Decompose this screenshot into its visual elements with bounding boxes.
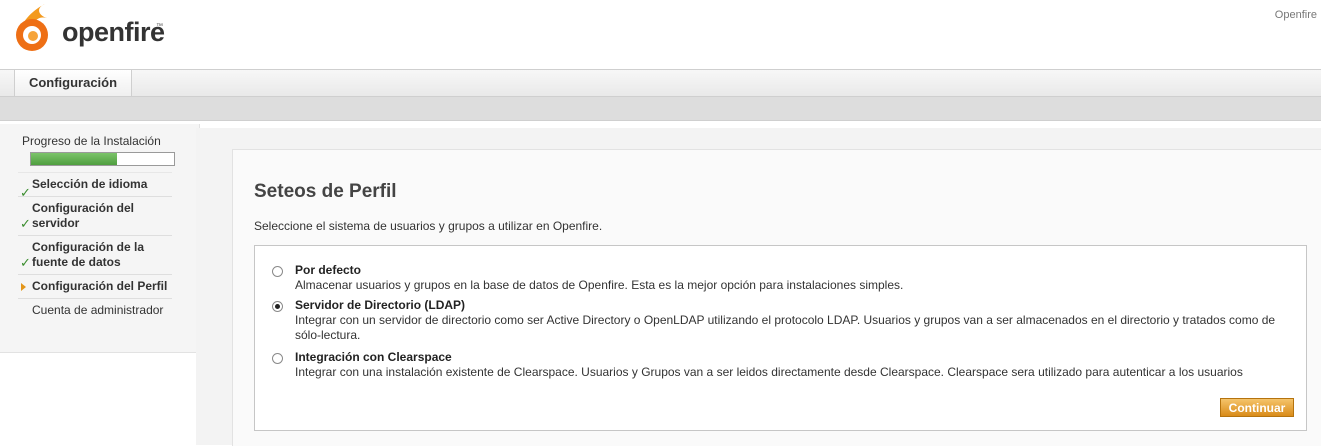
openfire-flame-icon[interactable] — [9, 2, 57, 54]
option-clearspace[interactable]: Integración con Clearspace Integrar con … — [272, 350, 1282, 380]
continue-button[interactable]: Continuar — [1220, 398, 1294, 417]
arrow-right-icon — [21, 282, 26, 291]
option-title: Por defecto — [295, 263, 362, 277]
option-detail: Integrar con un servidor de directorio c… — [295, 313, 1276, 342]
step-server-settings[interactable]: ✓ Configuración del servidor — [18, 196, 172, 235]
radio-default[interactable] — [272, 266, 283, 277]
step-admin-account: Cuenta de administrador — [18, 298, 172, 322]
page-description: Seleccione el sistema de usuarios y grup… — [254, 219, 603, 233]
product-name-label: Openfire — [1274, 9, 1317, 21]
main-tab-bar: Configuración — [0, 69, 1321, 97]
step-language[interactable]: ✓ Selección de idioma — [18, 172, 172, 200]
radio-ldap[interactable] — [272, 301, 283, 312]
checkmark-icon: ✓ — [20, 216, 31, 231]
trademark-mark: ™ — [156, 23, 163, 30]
sub-nav-bar — [0, 97, 1321, 121]
step-label: Configuración del servidor — [32, 201, 134, 230]
app-logo-text: openfire — [62, 17, 165, 47]
checkmark-icon: ✓ — [20, 255, 31, 270]
option-ldap[interactable]: Servidor de Directorio (LDAP) Integrar c… — [272, 298, 1282, 343]
step-profile-settings[interactable]: Configuración del Perfil — [18, 274, 172, 298]
option-default[interactable]: Por defecto Almacenar usuarios y grupos … — [272, 263, 1282, 293]
option-detail: Integrar con una instalación existente d… — [295, 365, 1243, 379]
installation-sidebar: Progreso de la Instalación ✓ Selección d… — [0, 124, 200, 353]
step-label: Cuenta de administrador — [32, 303, 164, 317]
page-title: Seteos de Perfil — [254, 181, 397, 202]
option-detail: Almacenar usuarios y grupos en la base d… — [295, 278, 904, 292]
installation-steps: ✓ Selección de idioma ✓ Configuración de… — [18, 172, 172, 322]
step-datasource-settings[interactable]: ✓ Configuración de la fuente de datos — [18, 235, 172, 274]
header: openfire ™ Openfire — [0, 0, 1321, 69]
progress-bar-fill — [31, 153, 117, 165]
step-label: Configuración de la fuente de datos — [32, 240, 145, 269]
option-title: Servidor de Directorio (LDAP) — [295, 298, 466, 312]
progress-title: Progreso de la Instalación — [22, 134, 161, 148]
tab-configuracion[interactable]: Configuración — [14, 70, 132, 96]
step-label: Configuración del Perfil — [32, 279, 168, 293]
step-label: Selección de idioma — [32, 177, 148, 191]
installation-progress-bar — [30, 152, 175, 166]
profile-options-box: Por defecto Almacenar usuarios y grupos … — [254, 245, 1307, 431]
radio-clearspace[interactable] — [272, 353, 283, 364]
option-title: Integración con Clearspace — [295, 350, 452, 364]
